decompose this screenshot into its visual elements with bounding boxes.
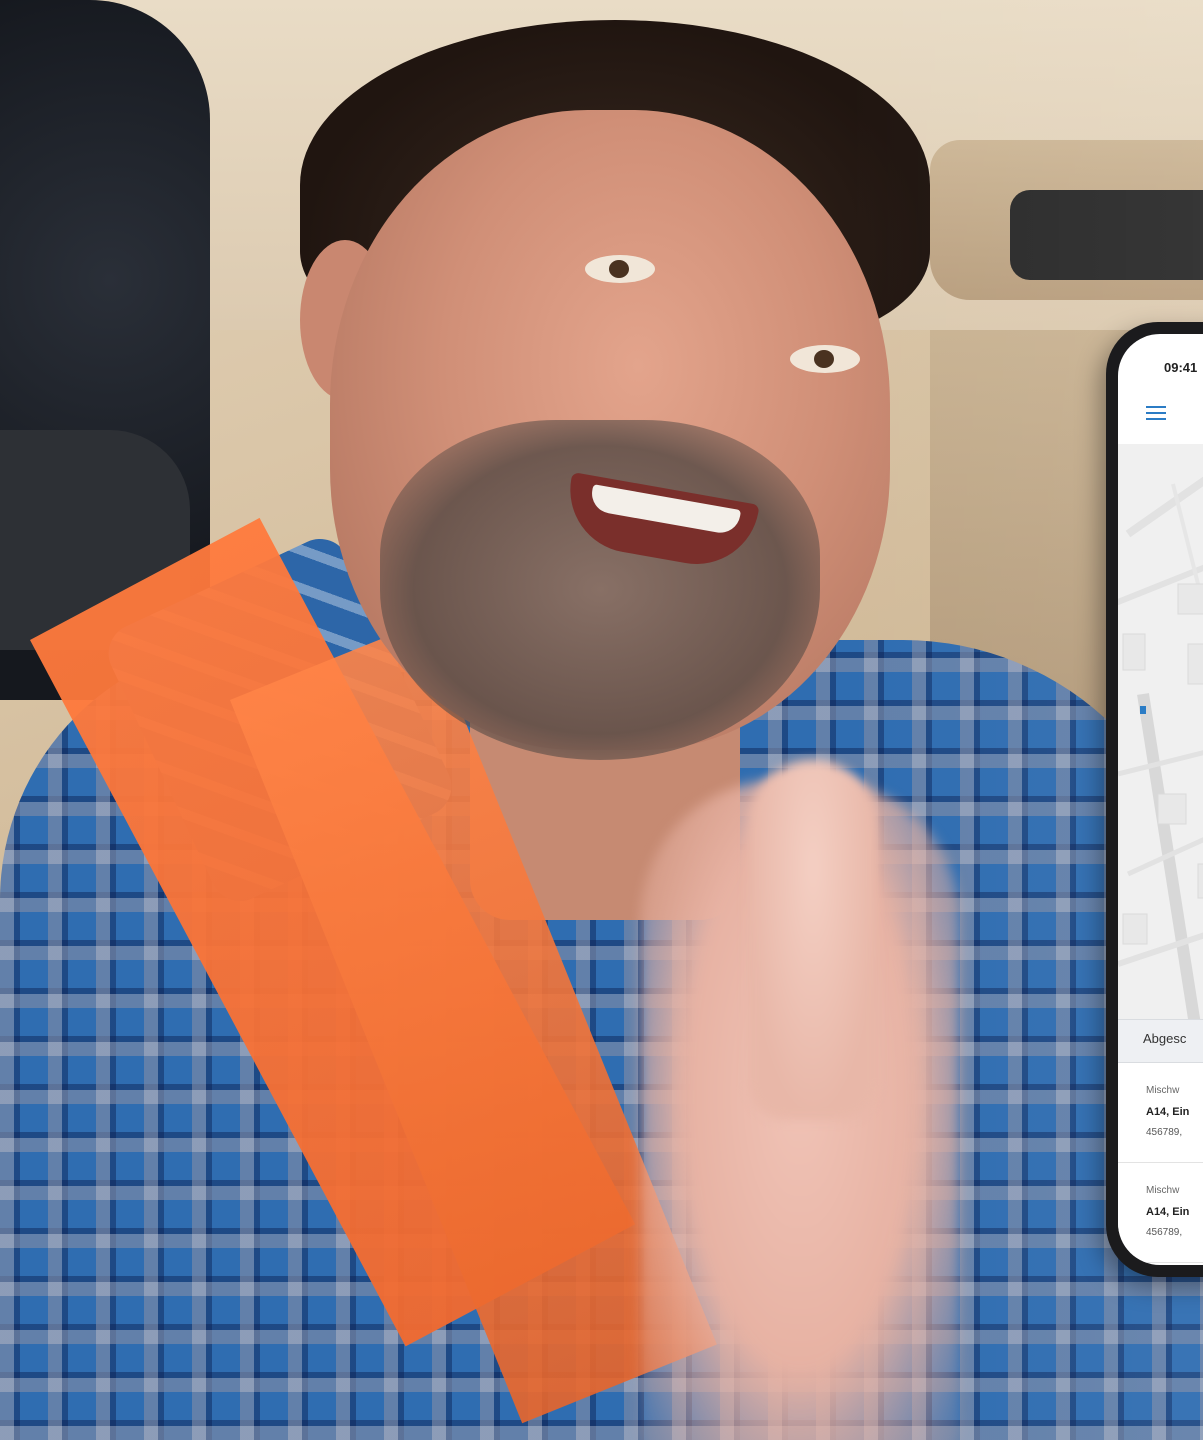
list-item[interactable]: Mischw A14, Ein 456789, <box>1118 1163 1203 1263</box>
list-item-title: A14, Ein <box>1146 1206 1190 1218</box>
list-item-title: A14, Ein <box>1146 1106 1190 1118</box>
section-title: Abgesc <box>1143 1031 1187 1046</box>
list-item-subtitle: 456789, <box>1146 1227 1183 1238</box>
photo-tint <box>0 0 1203 1440</box>
map-view[interactable] <box>1118 444 1203 1019</box>
list-item-type: Mischw <box>1146 1185 1180 1196</box>
list-item[interactable]: Mischw A14, Ein 456789, <box>1118 1063 1203 1163</box>
list-item-type: Mischw <box>1146 1085 1180 1096</box>
list-item-subtitle: 456789, <box>1146 1127 1183 1138</box>
phone-screen: 09:41 Abgesc Mischw A14, Ein 456789, Mis… <box>1118 334 1203 1265</box>
hamburger-menu-icon[interactable] <box>1146 406 1166 422</box>
map-streets <box>1118 444 1203 1019</box>
background-photo <box>0 0 1203 1440</box>
status-bar-time: 09:41 <box>1164 360 1198 375</box>
